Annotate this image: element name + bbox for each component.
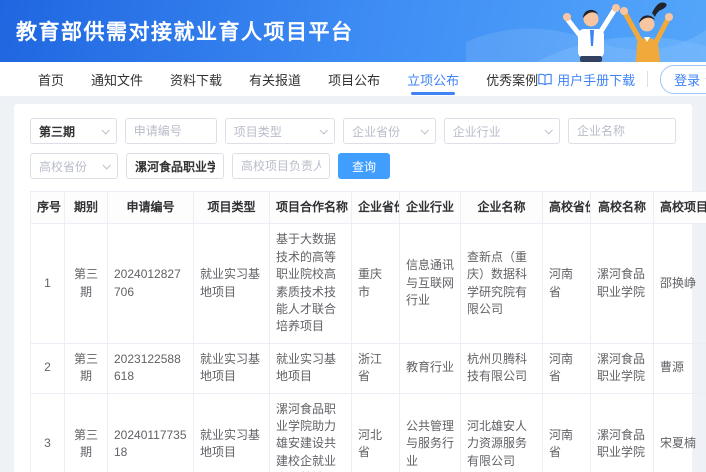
cell-company-province: 浙江省 — [352, 343, 400, 393]
company-name-input[interactable] — [568, 118, 676, 144]
college-province-select[interactable]: 高校省份 — [30, 153, 118, 179]
chevron-down-icon — [420, 126, 428, 134]
tab-downloads[interactable]: 资料下载 — [170, 62, 222, 96]
cell-project-name: 漯河食品职业学院助力雄安建设共建校企就业实习基地 — [270, 393, 352, 472]
cell-project-name: 就业实习基地项目 — [270, 343, 352, 393]
cell-project-type: 就业实习基地项目 — [194, 224, 270, 343]
chevron-down-icon — [320, 126, 328, 134]
col-header-period: 期别 — [65, 192, 108, 224]
cell-application-number: 2024012827706 — [108, 224, 194, 343]
col-header-college-name: 高校名称 — [591, 192, 654, 224]
cell-college-leader: 曹源 — [654, 343, 706, 393]
cell-index: 3 — [31, 393, 65, 472]
page-title: 教育部供需对接就业育人项目平台 — [16, 16, 354, 46]
cell-company-industry: 信息通讯与互联网行业 — [400, 224, 461, 343]
company-industry-placeholder: 企业行业 — [453, 123, 501, 140]
cell-project-type: 就业实习基地项目 — [194, 343, 270, 393]
login-label: 登录 — [674, 70, 700, 89]
book-icon — [538, 73, 552, 86]
cell-application-number: 2023122588618 — [108, 343, 194, 393]
cell-college-province: 河南省 — [543, 224, 591, 343]
tab-approval-announcement[interactable]: 立项公布 — [407, 62, 459, 96]
cell-company-name: 杭州贝腾科技有限公司 — [461, 343, 543, 393]
table-row: 3 第三期 2024011773518 就业实习基地项目 漯河食品职业学院助力雄… — [31, 393, 706, 472]
user-manual-download-link[interactable]: 用户手册下载 — [538, 70, 635, 89]
login-button[interactable]: 登录 — [660, 65, 706, 94]
col-header-college-province: 高校省份 — [543, 192, 591, 224]
cell-college-leader: 邵换峥 — [654, 224, 706, 343]
project-type-placeholder: 项目类型 — [234, 123, 282, 140]
cell-index: 1 — [31, 224, 65, 343]
divider — [647, 71, 648, 87]
tab-reports[interactable]: 有关报道 — [249, 62, 301, 96]
cell-company-name: 河北雄安人力资源服务有限公司 — [461, 393, 543, 472]
cell-period: 第三期 — [65, 224, 108, 343]
chevron-down-icon — [544, 126, 552, 134]
table-row: 1 第三期 2024012827706 就业实习基地项目 基于大数据技术的高等职… — [31, 224, 706, 343]
results-table: 序号 期别 申请编号 项目类型 项目合作名称 企业省份 企业行业 企业名称 高校… — [30, 191, 706, 472]
chevron-down-icon — [102, 161, 110, 169]
nav-tabs: 首页 通知文件 资料下载 有关报道 项目公布 立项公布 优秀案例 — [38, 62, 538, 96]
college-province-placeholder: 高校省份 — [39, 158, 87, 175]
cell-college-name: 漯河食品职业学院 — [591, 393, 654, 472]
filter-row-2: 高校省份 查询 — [30, 153, 676, 179]
tab-excellent-cases[interactable]: 优秀案例 — [486, 62, 538, 96]
results-table-wrap: 序号 期别 申请编号 项目类型 项目合作名称 企业省份 企业行业 企业名称 高校… — [30, 191, 676, 472]
col-header-index: 序号 — [31, 192, 65, 224]
college-leader-input[interactable] — [232, 153, 330, 179]
user-manual-download-label: 用户手册下载 — [557, 70, 635, 89]
banner: 教育部供需对接就业育人项目平台 — [0, 0, 706, 62]
company-industry-select[interactable]: 企业行业 — [444, 118, 560, 144]
col-header-college-leader: 高校项目负责人 — [654, 192, 706, 224]
chevron-down-icon — [101, 126, 109, 134]
col-header-project-name: 项目合作名称 — [270, 192, 352, 224]
cell-company-province: 重庆市 — [352, 224, 400, 343]
application-number-input[interactable] — [125, 118, 217, 144]
cell-index: 2 — [31, 343, 65, 393]
cell-company-industry: 教育行业 — [400, 343, 461, 393]
tab-home[interactable]: 首页 — [38, 62, 64, 96]
table-header-row: 序号 期别 申请编号 项目类型 项目合作名称 企业省份 企业行业 企业名称 高校… — [31, 192, 706, 224]
col-header-company-name: 企业名称 — [461, 192, 543, 224]
period-select[interactable]: 第三期 — [30, 118, 117, 144]
people-highfive-illustration — [466, 0, 706, 62]
cell-project-name: 基于大数据技术的高等职业院校高素质技术技能人才联合培养项目 — [270, 224, 352, 343]
content-card: 第三期 项目类型 企业省份 企业行业 高校省份 查询 — [14, 104, 692, 472]
company-province-placeholder: 企业省份 — [352, 123, 400, 140]
col-header-company-industry: 企业行业 — [400, 192, 461, 224]
cell-college-name: 漯河食品职业学院 — [591, 343, 654, 393]
main-nav: 首页 通知文件 资料下载 有关报道 项目公布 立项公布 优秀案例 用户手册下载 … — [0, 62, 706, 96]
cell-college-leader: 宋夏楠 — [654, 393, 706, 472]
cell-period: 第三期 — [65, 393, 108, 472]
table-row: 2 第三期 2023122588618 就业实习基地项目 就业实习基地项目 浙江… — [31, 343, 706, 393]
cell-company-industry: 公共管理与服务行业 — [400, 393, 461, 472]
company-province-select[interactable]: 企业省份 — [343, 118, 436, 144]
cell-college-province: 河南省 — [543, 393, 591, 472]
filter-row-1: 第三期 项目类型 企业省份 企业行业 — [30, 118, 676, 144]
college-name-input[interactable] — [126, 153, 224, 179]
project-type-select[interactable]: 项目类型 — [225, 118, 335, 144]
tab-notices[interactable]: 通知文件 — [91, 62, 143, 96]
period-select-value: 第三期 — [39, 123, 75, 140]
tab-project-announcement[interactable]: 项目公布 — [328, 62, 380, 96]
cell-project-type: 就业实习基地项目 — [194, 393, 270, 472]
col-header-application-number: 申请编号 — [108, 192, 194, 224]
cell-application-number: 2024011773518 — [108, 393, 194, 472]
cell-company-province: 河北省 — [352, 393, 400, 472]
nav-right: 用户手册下载 登录 — [538, 65, 706, 94]
cell-company-name: 查新点（重庆）数据科学研究院有限公司 — [461, 224, 543, 343]
col-header-company-province: 企业省份 — [352, 192, 400, 224]
cell-period: 第三期 — [65, 343, 108, 393]
col-header-project-type: 项目类型 — [194, 192, 270, 224]
cell-college-name: 漯河食品职业学院 — [591, 224, 654, 343]
search-button[interactable]: 查询 — [338, 153, 390, 179]
cell-college-province: 河南省 — [543, 343, 591, 393]
